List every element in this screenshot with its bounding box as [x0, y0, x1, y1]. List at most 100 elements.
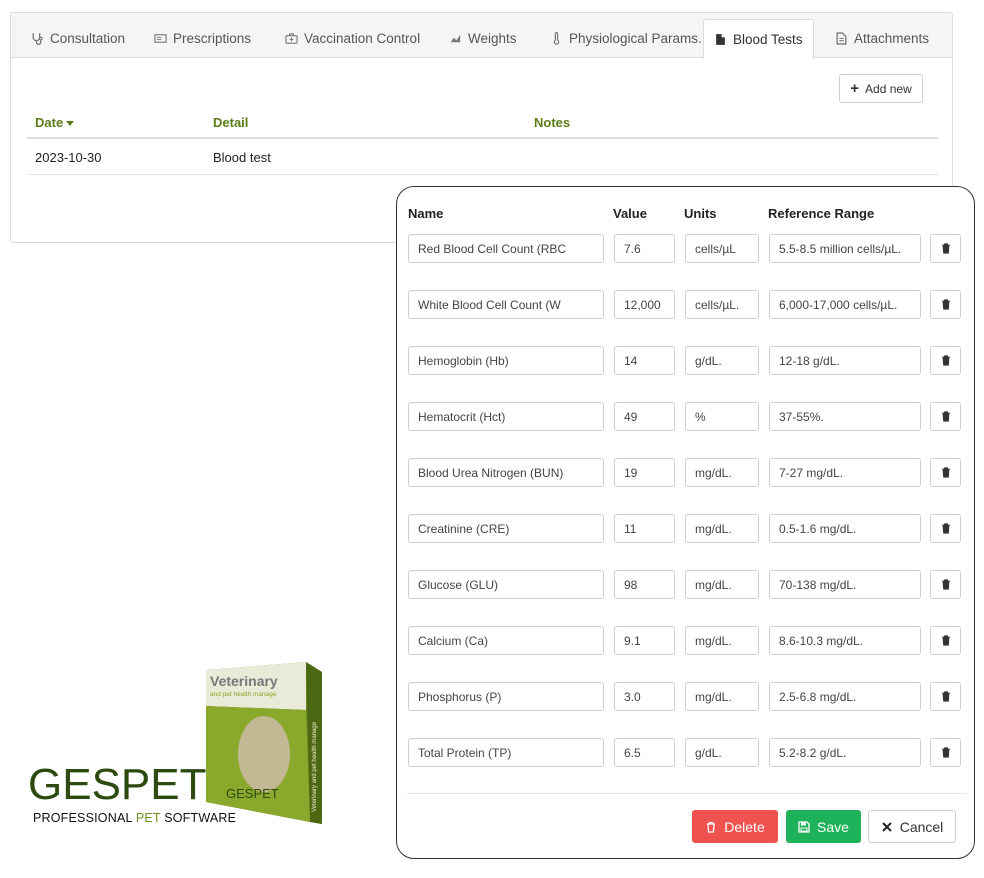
cancel-button[interactable]: Cancel [868, 810, 956, 843]
box-side-text: Veterinary and pet health manage [312, 721, 318, 812]
stethoscope-icon [32, 33, 43, 45]
test-name-field[interactable]: Blood Urea Nitrogen (BUN) [408, 458, 604, 487]
test-value-field[interactable]: 49 [614, 402, 675, 431]
box-logo: GESPET [226, 786, 279, 801]
logo-pet: PET [120, 760, 207, 809]
list-header: Date Detail Notes [27, 109, 938, 139]
logo-tagline: PROFESSIONAL PET SOFTWARE [33, 811, 236, 825]
delete-row-button[interactable] [930, 514, 961, 543]
test-value-field[interactable]: 7.6 [614, 234, 675, 263]
prescription-icon [154, 34, 167, 43]
tab-label: Blood Tests [733, 32, 803, 47]
test-reference-range-field[interactable]: 0.5-1.6 mg/dL. [769, 514, 921, 543]
gespet-logo: GESPET [28, 763, 207, 807]
tagline-part-3: SOFTWARE [160, 811, 237, 825]
test-name-field[interactable]: Glucose (GLU) [408, 570, 604, 599]
test-units-field[interactable]: mg/dL. [685, 570, 759, 599]
test-name-field[interactable]: White Blood Cell Count (W [408, 290, 604, 319]
save-label: Save [817, 818, 849, 835]
delete-row-button[interactable] [930, 290, 961, 319]
cancel-label: Cancel [899, 818, 944, 835]
test-units-field[interactable]: mg/dL. [685, 458, 759, 487]
test-name-field[interactable]: Creatinine (CRE) [408, 514, 604, 543]
delete-row-button[interactable] [930, 682, 961, 711]
save-button[interactable]: Save [786, 810, 861, 843]
test-reference-range-field[interactable]: 2.5-6.8 mg/dL. [769, 682, 921, 711]
column-header-date[interactable]: Date [35, 115, 75, 130]
column-header-value: Value [613, 206, 647, 221]
trash-icon [941, 243, 950, 254]
test-units-field[interactable]: g/dL. [685, 346, 759, 375]
document-icon [716, 34, 725, 45]
box-subtitle: and pet health manage [210, 691, 277, 698]
delete-row-button[interactable] [930, 234, 961, 263]
test-value-field[interactable]: 19 [614, 458, 675, 487]
test-reference-range-field[interactable]: 7-27 mg/dL. [769, 458, 921, 487]
column-header-notes[interactable]: Notes [534, 115, 570, 130]
attachment-icon [836, 32, 847, 45]
tab-blood-tests[interactable]: Blood Tests [703, 19, 814, 59]
test-name-field[interactable]: Hemoglobin (Hb) [408, 346, 604, 375]
delete-button[interactable]: Delete [692, 810, 778, 843]
test-units-field[interactable]: % [685, 402, 759, 431]
test-units-field[interactable]: cells/µL. [685, 290, 759, 319]
close-icon [881, 821, 892, 832]
test-name-field[interactable]: Total Protein (TP) [408, 738, 604, 767]
test-reference-range-field[interactable]: 5.5-8.5 million cells/µL. [769, 234, 921, 263]
test-value-field[interactable]: 98 [614, 570, 675, 599]
trash-icon [941, 579, 950, 590]
delete-row-button[interactable] [930, 458, 961, 487]
table-row[interactable]: 2023-10-30 Blood test [27, 141, 938, 175]
tab-prescriptions[interactable]: Prescriptions [144, 19, 261, 58]
test-value-field[interactable]: 9.1 [614, 626, 675, 655]
test-reference-range-field[interactable]: 5.2-8.2 g/dL. [769, 738, 921, 767]
test-reference-range-field[interactable]: 37-55%. [769, 402, 921, 431]
sort-caret-icon [66, 121, 75, 127]
trash-icon [941, 411, 950, 422]
column-header-detail[interactable]: Detail [213, 115, 248, 130]
test-units-field[interactable]: mg/dL. [685, 514, 759, 543]
trash-icon [707, 821, 716, 833]
test-name-field[interactable]: Hematocrit (Hct) [408, 402, 604, 431]
tab-label: Weights [468, 31, 517, 46]
add-new-button[interactable]: + Add new [839, 74, 923, 103]
test-units-field[interactable]: mg/dL. [685, 626, 759, 655]
test-reference-range-field[interactable]: 12-18 g/dL. [769, 346, 921, 375]
test-reference-range-field[interactable]: 70-138 mg/dL. [769, 570, 921, 599]
test-value-field[interactable]: 14 [614, 346, 675, 375]
delete-row-button[interactable] [930, 626, 961, 655]
test-name-field[interactable]: Phosphorus (P) [408, 682, 604, 711]
trash-icon [941, 747, 950, 758]
modal-footer-divider [407, 793, 966, 794]
test-value-field[interactable]: 3.0 [614, 682, 675, 711]
delete-row-button[interactable] [930, 402, 961, 431]
delete-row-button[interactable] [930, 346, 961, 375]
test-name-field[interactable]: Calcium (Ca) [408, 626, 604, 655]
tab-physiological-params[interactable]: Physiological Params. [540, 19, 712, 58]
tagline-part-1: PROFESSIONAL [33, 811, 136, 825]
trash-icon [941, 355, 950, 366]
test-reference-range-field[interactable]: 6,000-17,000 cells/µL. [769, 290, 921, 319]
test-value-field[interactable]: 6.5 [614, 738, 675, 767]
tab-label: Physiological Params. [569, 31, 702, 46]
test-reference-range-field[interactable]: 8.6-10.3 mg/dL. [769, 626, 921, 655]
test-value-field[interactable]: 11 [614, 514, 675, 543]
test-name-field[interactable]: Red Blood Cell Count (RBC [408, 234, 604, 263]
blood-test-modal: Name Value Units Reference Range Red Blo… [396, 186, 975, 859]
trash-icon [941, 635, 950, 646]
test-units-field[interactable]: g/dL. [685, 738, 759, 767]
tagline-part-2: PET [135, 811, 161, 825]
test-units-field[interactable]: mg/dL. [685, 682, 759, 711]
tab-vaccination-control[interactable]: Vaccination Control [275, 19, 430, 58]
tab-consultation[interactable]: Consultation [21, 19, 135, 58]
thermometer-icon [553, 32, 560, 45]
logo-ges: GES [28, 760, 121, 809]
floppy-disk-icon [798, 820, 810, 833]
tab-attachments[interactable]: Attachments [825, 19, 939, 58]
delete-row-button[interactable] [930, 738, 961, 767]
delete-row-button[interactable] [930, 570, 961, 599]
test-value-field[interactable]: 12,000 [614, 290, 675, 319]
test-units-field[interactable]: cells/µL [685, 234, 759, 263]
product-box-image: Veterinary and pet health manage GESPET … [206, 662, 322, 824]
tab-weights[interactable]: Weights [439, 19, 527, 58]
